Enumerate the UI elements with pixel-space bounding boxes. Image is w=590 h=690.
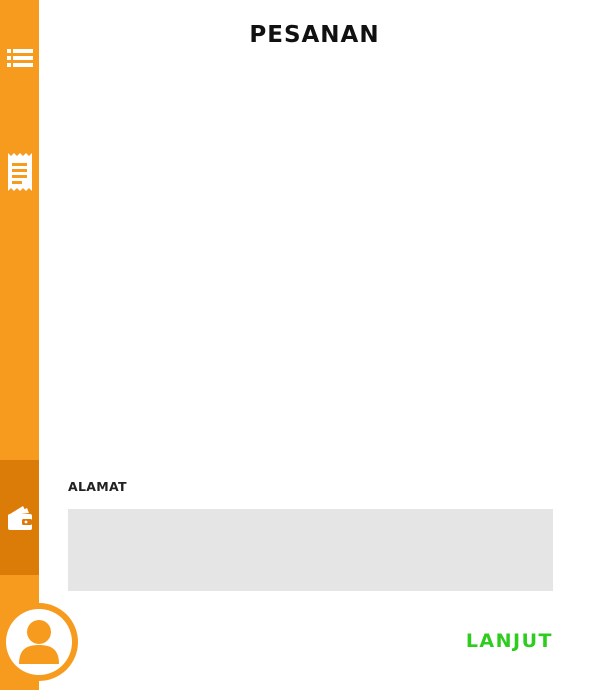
- list-icon: [6, 49, 33, 67]
- sidebar: [0, 0, 39, 690]
- sidebar-item-wallet[interactable]: [0, 460, 39, 575]
- sidebar-item-receipt[interactable]: [0, 148, 39, 196]
- receipt-icon: [7, 153, 32, 191]
- address-input[interactable]: [68, 509, 553, 591]
- avatar[interactable]: [0, 603, 78, 681]
- sidebar-item-orders-list[interactable]: [0, 38, 39, 78]
- address-label: ALAMAT: [68, 479, 127, 494]
- user-icon: [19, 620, 59, 664]
- next-button[interactable]: LANJUT: [466, 630, 553, 652]
- wallet-icon: [7, 505, 32, 530]
- page-title: PESANAN: [249, 22, 380, 48]
